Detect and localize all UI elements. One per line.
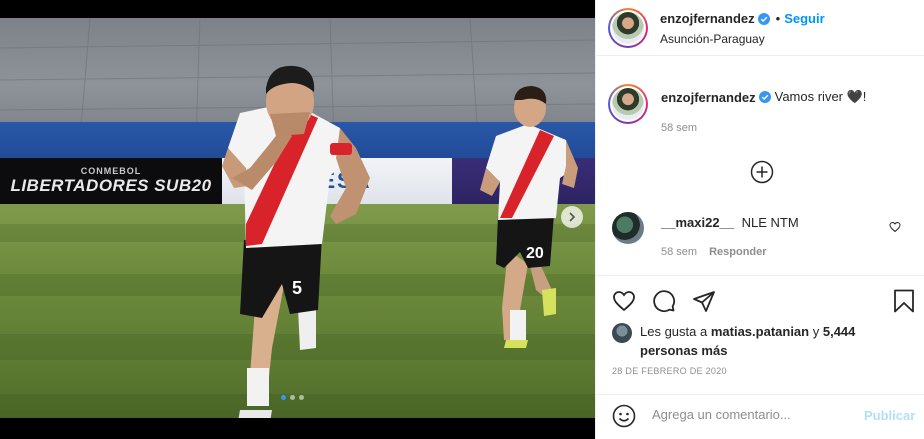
likes-summary: Les gusta a matias.patanian y 5,444 pers… [612,322,870,360]
comment-icon[interactable] [652,289,676,313]
comment-item: __maxi22__ NLE NTM 58 sem Responder [608,212,918,262]
comment-time[interactable]: 58 sem [661,246,697,258]
publish-button[interactable]: Publicar [864,408,915,423]
comment-username[interactable]: __maxi22__ [661,215,734,230]
heart-icon[interactable] [612,289,636,313]
caption-text: Vamos river 🖤! [774,89,867,104]
post-photo[interactable]: CONMEBOL LIBERTADORES SUB20 DESA 5 20 [0,18,595,418]
player-background: 20 [480,86,578,348]
likes-prefix: Les gusta a [640,324,708,339]
carousel-dot [299,395,304,400]
author-username[interactable]: enzojfernandez [660,11,755,26]
caption-avatar[interactable] [608,84,648,124]
caption-line: enzojfernandez Vamos river 🖤! [661,89,866,105]
post-location[interactable]: Asunción-Paraguay [660,32,765,46]
verified-badge-icon [758,91,771,103]
heart-icon[interactable] [889,221,901,233]
add-circle-icon[interactable] [750,160,774,184]
follow-button[interactable]: Seguir [784,11,824,26]
next-arrow-icon [569,212,576,222]
comment-composer: Publicar [596,394,924,439]
comments-section: enzojfernandez Vamos river 🖤! 58 sem __m… [596,57,924,275]
liker-username[interactable]: matias.patanian [711,324,809,339]
caption-username[interactable]: enzojfernandez [661,90,756,105]
liker-avatar[interactable] [612,323,632,343]
comment-meta: 58 sem Responder [661,246,767,258]
carousel-dot [290,395,295,400]
post-sidebar: enzojfernandez • Seguir Asunción-Paragua… [595,0,924,439]
save-button[interactable] [893,289,915,313]
caption-time[interactable]: 58 sem [661,122,697,134]
carousel-dot-active [281,395,286,400]
post-header: enzojfernandez • Seguir Asunción-Paragua… [596,0,924,56]
separator-dot: • [775,11,781,26]
action-icons [612,289,716,313]
comment-line: __maxi22__ NLE NTM [661,215,799,230]
commenter-avatar[interactable] [612,212,644,244]
share-icon[interactable] [692,289,716,313]
svg-text:20: 20 [526,245,544,262]
author-line: enzojfernandez • Seguir [660,11,825,26]
likes-connector: y [812,324,820,339]
carousel-indicator [281,395,304,400]
post-media: CONMEBOL LIBERTADORES SUB20 DESA 5 20 [0,0,595,439]
author-avatar[interactable] [608,8,648,48]
comment-input[interactable] [652,407,852,422]
post-actions: Les gusta a matias.patanian y 5,444 pers… [596,275,924,395]
next-slide-button[interactable] [561,206,583,228]
verified-badge-icon [757,12,770,25]
emoji-icon[interactable] [612,404,636,428]
likes-text: Les gusta a matias.patanian y 5,444 pers… [640,322,870,360]
bookmark-icon [894,289,914,313]
reply-button[interactable]: Responder [709,246,766,258]
comment-text: NLE NTM [741,215,799,230]
post-date[interactable]: 28 DE FEBRERO DE 2020 [612,366,727,376]
